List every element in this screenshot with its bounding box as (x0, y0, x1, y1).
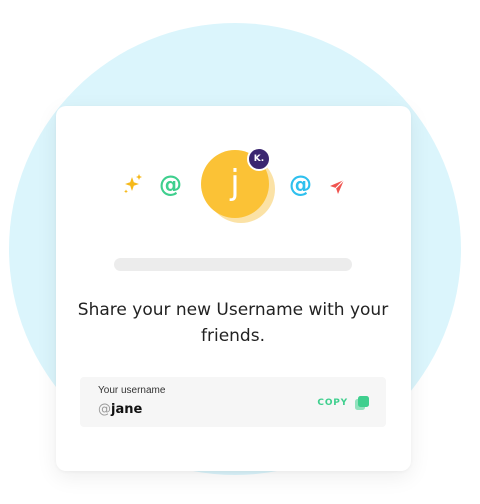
at-icon: @ (289, 172, 312, 198)
sparkle-icon (124, 174, 142, 194)
copy-label: COPY (317, 398, 348, 408)
username-label: Your username (98, 385, 166, 396)
at-icon: @ (159, 172, 182, 198)
username-box: Your username @jane COPY (80, 377, 386, 427)
profile-badge: K. (247, 147, 271, 171)
skeleton-placeholder-bar (114, 258, 352, 271)
send-icon (330, 179, 345, 194)
username-text: jane (111, 402, 143, 417)
share-message: Share your new Username with your friend… (77, 300, 389, 346)
username-prefix: @ (98, 402, 111, 417)
username-value: @jane (98, 402, 142, 417)
avatar-letter: j (230, 163, 240, 203)
badge-text: K. (253, 154, 265, 164)
copy-icon (355, 396, 369, 410)
copy-button[interactable]: COPY (317, 395, 370, 411)
